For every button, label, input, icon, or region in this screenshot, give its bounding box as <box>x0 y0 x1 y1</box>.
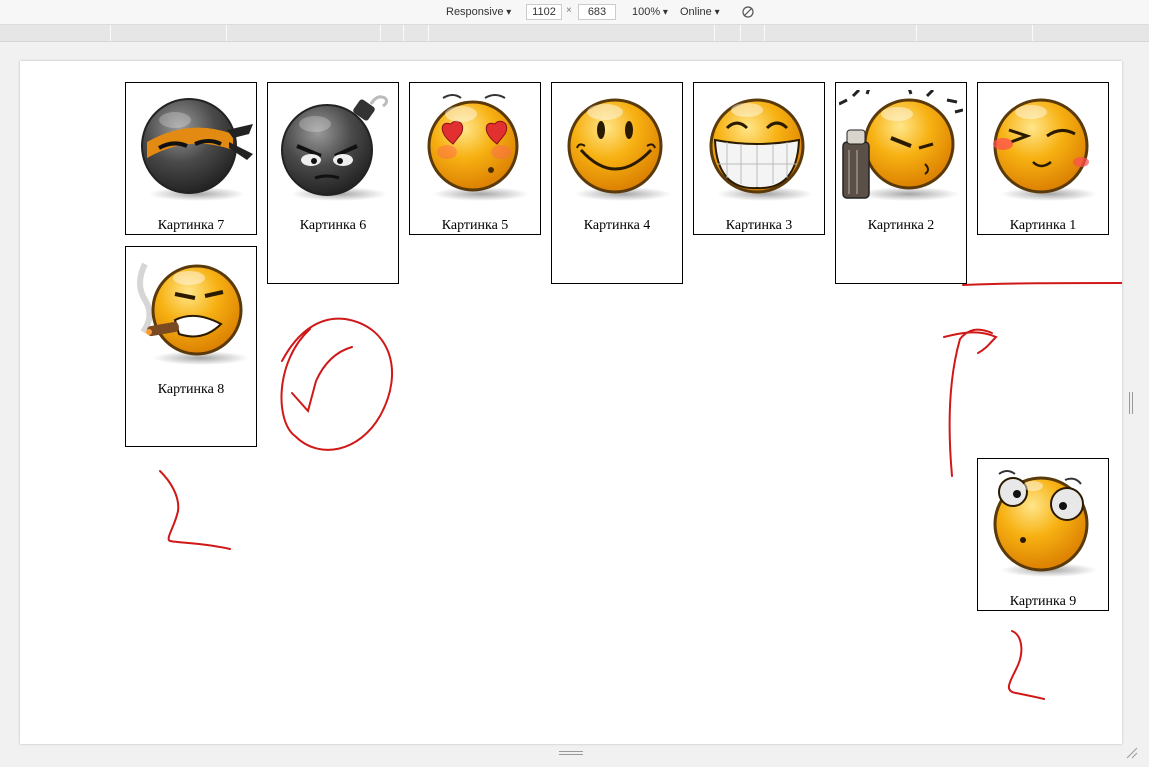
card-caption: Картинка 3 <box>725 218 793 233</box>
cigar-smiley-icon <box>137 262 249 365</box>
image-card[interactable]: Картинка 7 <box>125 82 257 235</box>
media-query-bar[interactable] <box>0 25 1149 42</box>
image-card[interactable]: Картинка 9 <box>977 458 1109 611</box>
device-mode-dropdown[interactable]: Responsive <box>446 5 511 19</box>
happy-smiley-icon <box>567 98 671 201</box>
bottom-resize-handle[interactable] <box>559 750 583 756</box>
corner-resize-icon[interactable] <box>1124 745 1138 759</box>
device-toolbar: Responsive × 100% Online <box>0 0 1149 25</box>
card-caption: Картинка 2 <box>867 218 935 233</box>
spray-can-smiley-icon <box>839 90 963 201</box>
ninja-smiley-icon <box>141 98 253 201</box>
surprised-smiley-icon <box>993 470 1097 577</box>
right-resize-handle[interactable] <box>1128 392 1134 414</box>
grin-smiley-icon <box>709 98 813 201</box>
image-card[interactable]: Картинка 5 <box>409 82 541 235</box>
image-card[interactable]: Картинка 4 <box>551 82 683 284</box>
bomb-smiley-icon <box>281 95 389 201</box>
card-caption: Картинка 4 <box>583 218 651 233</box>
card-caption: Картинка 7 <box>157 218 225 233</box>
blush-wink-smiley-icon <box>993 98 1097 201</box>
image-card[interactable]: Картинка 1 <box>977 82 1109 235</box>
throttling-dropdown[interactable]: Online <box>680 5 720 19</box>
zoom-dropdown[interactable]: 100% <box>632 5 668 19</box>
emulated-viewport: Картинка 7 Картинка 6 Картинка 5 Картинк… <box>20 61 1122 744</box>
viewport-width-input[interactable] <box>526 4 562 20</box>
card-caption: Картинка 1 <box>1009 218 1077 233</box>
dimension-separator: × <box>566 5 572 16</box>
rotate-icon[interactable] <box>741 5 755 19</box>
heart-eyes-smiley-icon <box>427 94 529 201</box>
viewport-height-input[interactable] <box>578 4 616 20</box>
card-caption: Картинка 8 <box>157 382 225 397</box>
image-card[interactable]: Картинка 8 <box>125 246 257 447</box>
image-card[interactable]: Картинка 3 <box>693 82 825 235</box>
card-caption: Картинка 9 <box>1009 594 1077 609</box>
image-card[interactable]: Картинка 6 <box>267 82 399 284</box>
card-caption: Картинка 6 <box>299 218 367 233</box>
card-caption: Картинка 5 <box>441 218 509 233</box>
image-card[interactable]: Картинка 2 <box>835 82 967 284</box>
